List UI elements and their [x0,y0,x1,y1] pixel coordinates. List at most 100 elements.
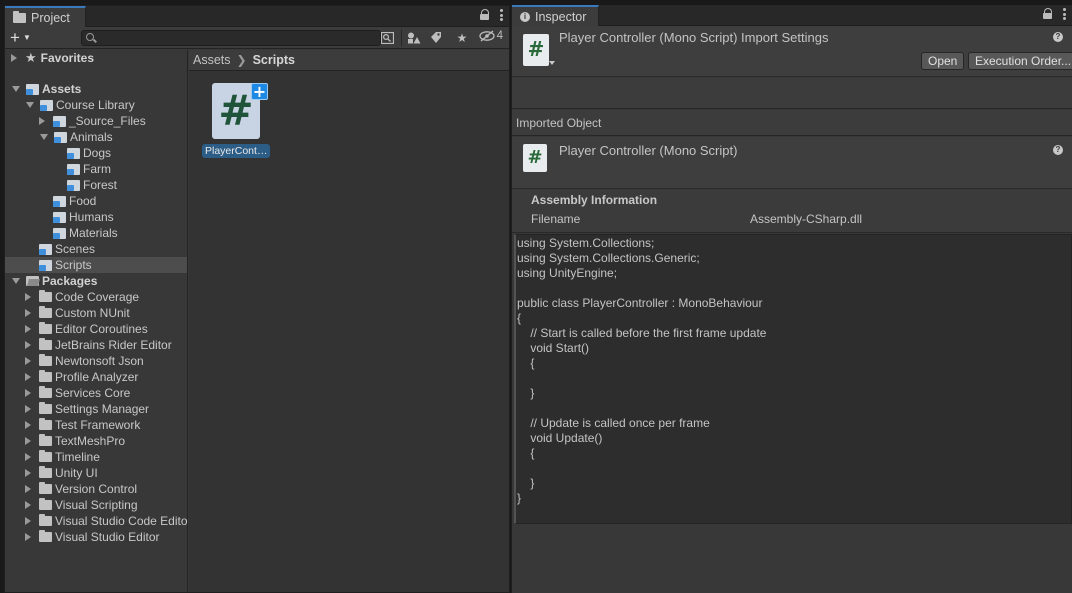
chevron-right-icon[interactable] [25,309,31,317]
tree-item-course-library[interactable]: Course Library [5,97,187,113]
tree-item-humans[interactable]: Humans [5,209,187,225]
asset-tile[interactable]: # + PlayerCont… [202,83,270,161]
code-line: public class PlayerController : MonoBeha… [517,296,763,310]
chevron-right-icon[interactable] [25,341,31,349]
chevron-right-icon[interactable] [25,405,31,413]
tree-item-dogs[interactable]: Dogs [5,145,187,161]
chevron-right-icon[interactable] [25,501,31,509]
tree-item-materials[interactable]: Materials [5,225,187,241]
chevron-right-icon[interactable] [25,469,31,477]
tree-item-visual-studio-editor[interactable]: Visual Studio Editor [5,529,187,545]
tree-item-visual-scripting[interactable]: Visual Scripting [5,497,187,513]
script-source-preview[interactable]: using System.Collections; using System.Co… [514,234,1072,524]
tree-item-test-framework[interactable]: Test Framework [5,417,187,433]
tree-item-newtonsoft-json[interactable]: Newtonsoft Json [5,353,187,369]
tree-item-favorites[interactable]: ★ Favorites [5,50,187,66]
tree-item-profile-analyzer[interactable]: Profile Analyzer [5,369,187,385]
chevron-right-icon[interactable] [25,293,31,301]
tree-item-jetbrains-rider-editor[interactable]: JetBrains Rider Editor [5,337,187,353]
search-by-type-icon[interactable] [377,29,397,47]
chevron-right-icon[interactable] [25,357,31,365]
favorites-star-icon[interactable]: ★ [452,29,472,47]
chevron-right-icon[interactable] [25,373,31,381]
tree-item-label: _Source_Files [69,114,146,128]
code-line: } [517,476,535,490]
open-button[interactable]: Open [921,52,965,70]
tree-item-assets[interactable]: Assets [5,81,187,97]
chevron-right-icon[interactable] [25,389,31,397]
code-line: void Start() [517,341,590,355]
chevron-right-icon[interactable] [25,485,31,493]
filter-by-type-icon[interactable] [404,29,424,47]
tree-item-services-core[interactable]: Services Core [5,385,187,401]
chevron-right-icon[interactable] [25,517,31,525]
folder-icon [39,322,52,334]
chevron-right-icon[interactable] [25,533,31,541]
tree-item-food[interactable]: Food [5,193,187,209]
tab-project[interactable]: Project [5,6,86,27]
tree-item-label: Test Framework [55,418,141,432]
tree-item-label: Version Control [55,482,138,496]
asset-folder-icon [67,179,80,191]
tree-item-scripts[interactable]: Scripts [5,257,187,273]
hidden-packages-toggle[interactable]: 4 [478,30,503,42]
folder-icon [39,530,52,542]
chevron-right-icon[interactable] [25,437,31,445]
csharp-script-icon[interactable]: # [523,34,549,66]
tree-item-visual-studio-code-editor[interactable]: Visual Studio Code Editor [5,513,187,529]
tree-item-packages[interactable]: Packages [5,273,187,289]
tree-item-version-control[interactable]: Version Control [5,481,187,497]
tree-item-source-files[interactable]: _Source_Files [5,113,187,129]
search-icon [86,33,94,41]
folder-icon [39,498,52,510]
lock-icon[interactable] [480,9,490,21]
more-options-icon[interactable] [500,9,503,21]
info-icon: i [520,11,530,22]
chevron-right-icon[interactable] [25,453,31,461]
csharp-script-icon[interactable]: # + [212,83,268,139]
folder-icon [39,354,52,366]
help-icon[interactable]: ? [1053,32,1063,42]
chevron-down-icon[interactable] [40,134,48,140]
project-toolbar: + ▼ ★ 4 [5,27,509,49]
tree-item-code-coverage[interactable]: Code Coverage [5,289,187,305]
tree-item-textmeshpro[interactable]: TextMeshPro [5,433,187,449]
tree-item-timeline[interactable]: Timeline [5,449,187,465]
folder-icon [39,514,52,526]
chevron-down-icon[interactable] [549,61,555,65]
code-line: { [517,446,535,460]
tree-item-animals[interactable]: Animals [5,129,187,145]
lock-icon[interactable] [1043,8,1053,20]
breadcrumb-scripts[interactable]: Scripts [253,53,295,67]
breadcrumb-assets[interactable]: Assets [193,53,231,67]
tree-item-settings-manager[interactable]: Settings Manager [5,401,187,417]
chevron-right-icon[interactable] [25,421,31,429]
search-field[interactable] [81,30,381,46]
create-dropdown-button[interactable]: + ▼ [10,29,38,47]
chevron-right-icon[interactable] [39,117,45,125]
tree-item-label: Course Library [56,98,135,112]
chevron-down-icon[interactable] [12,86,20,92]
folder-icon [39,450,52,462]
chevron-down-icon[interactable] [12,278,20,284]
filter-by-label-icon[interactable] [426,29,446,47]
folder-icon [39,434,52,446]
more-options-icon[interactable] [1063,8,1066,20]
tree-item-farm[interactable]: Farm [5,161,187,177]
tab-inspector[interactable]: i Inspector [512,5,599,26]
search-input[interactable] [98,31,378,45]
asset-label[interactable]: PlayerCont… [202,144,270,158]
code-line: { [517,311,522,325]
tree-item-editor-coroutines[interactable]: Editor Coroutines [5,321,187,337]
help-icon[interactable]: ? [1053,145,1063,155]
tree-item-forest[interactable]: Forest [5,177,187,193]
code-line: } [517,386,535,400]
tree-item-unity-ui[interactable]: Unity UI [5,465,187,481]
folder-icon [39,402,52,414]
chevron-right-icon[interactable] [25,325,31,333]
chevron-right-icon[interactable] [11,54,17,62]
chevron-down-icon[interactable] [26,102,34,108]
tree-item-scenes[interactable]: Scenes [5,241,187,257]
execution-order-button[interactable]: Execution Order... [968,52,1072,70]
tree-item-custom-nunit[interactable]: Custom NUnit [5,305,187,321]
